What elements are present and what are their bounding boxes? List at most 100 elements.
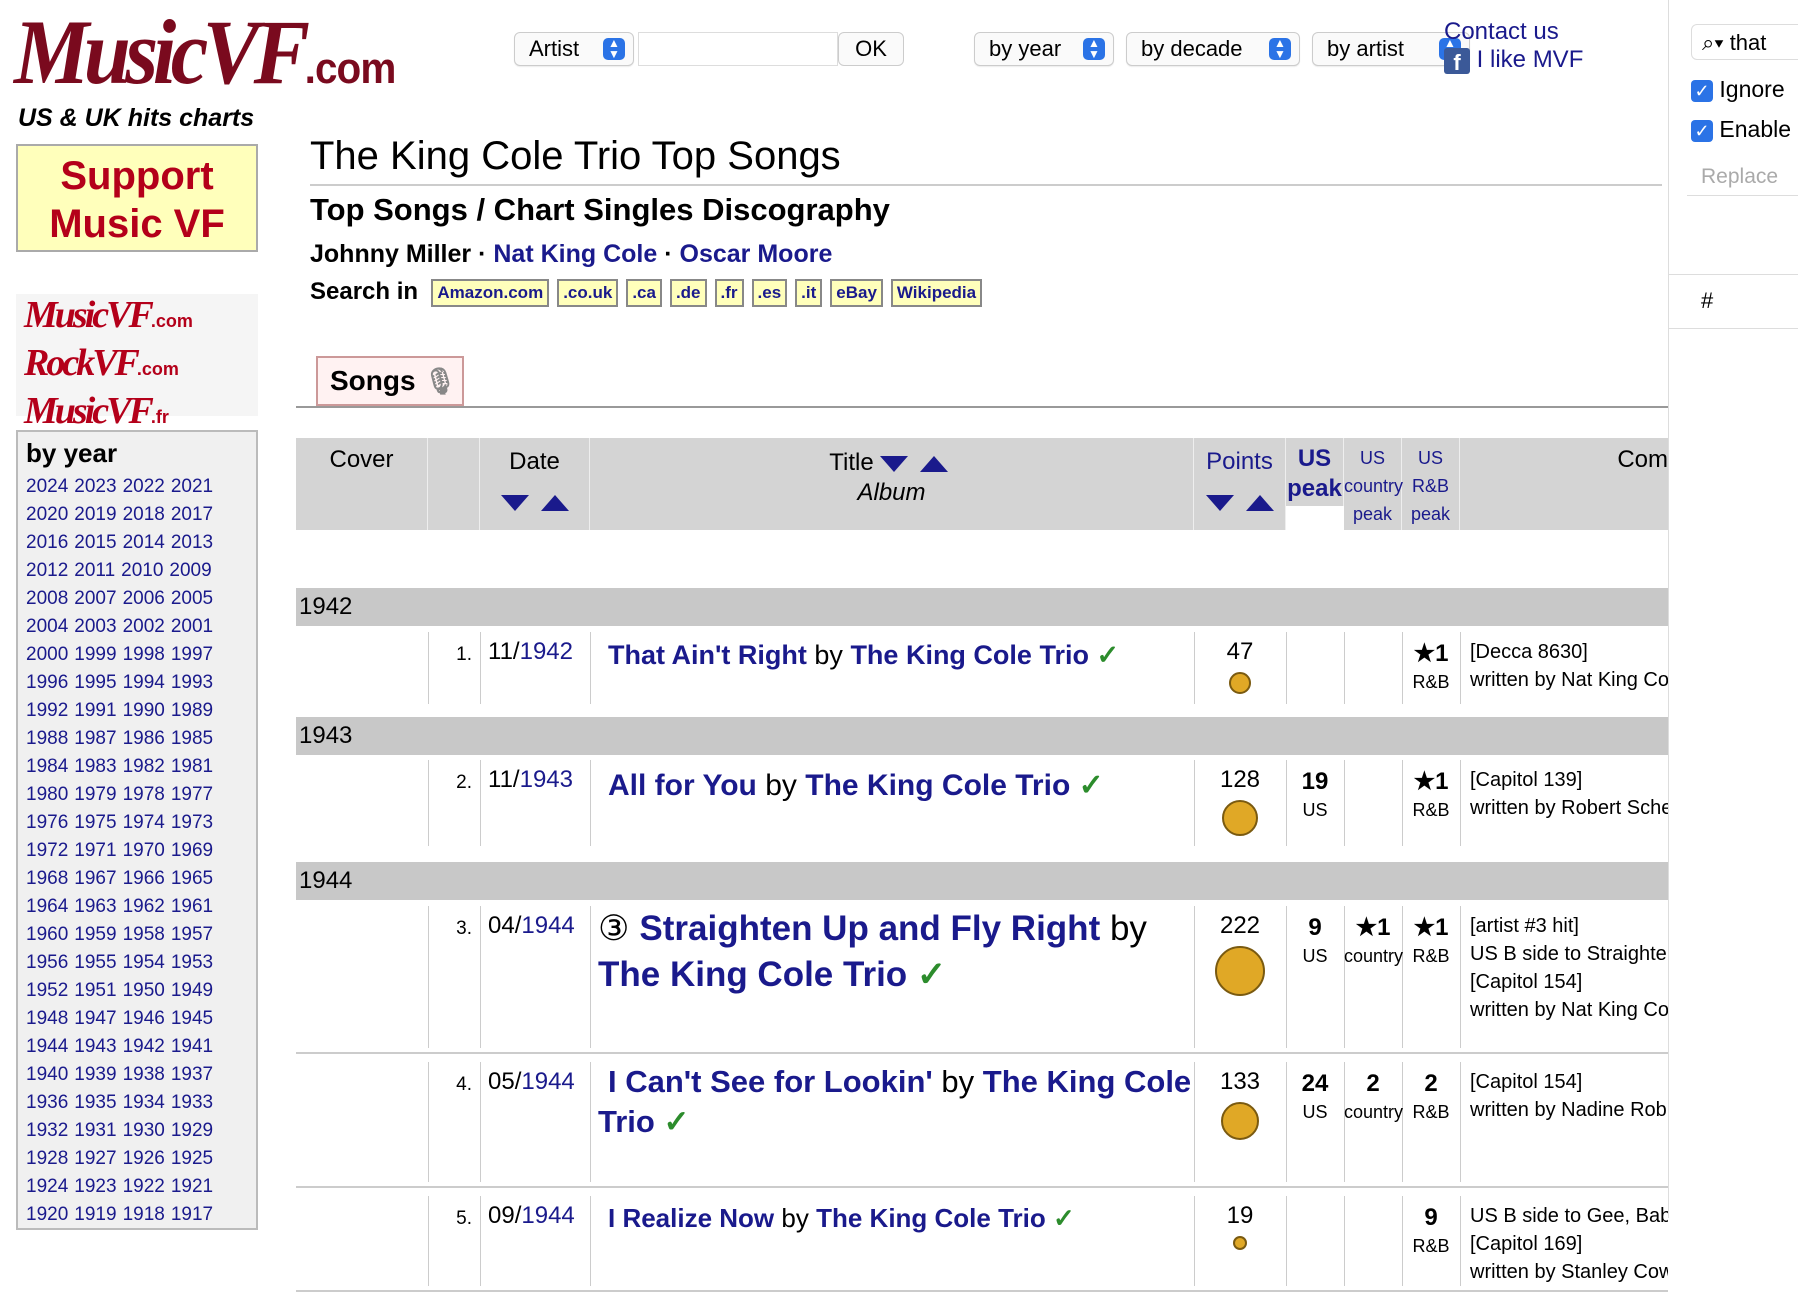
song-title-link[interactable]: I Realize Now <box>608 1203 774 1233</box>
year-link[interactable]: 1992 <box>26 700 68 721</box>
year-link[interactable]: 1927 <box>74 1148 116 1169</box>
sort-desc-icon[interactable] <box>500 494 529 511</box>
rockvf-com-logo[interactable]: RockVF.com <box>16 342 258 390</box>
replace-field[interactable]: Replace <box>1687 158 1798 196</box>
date-year-link[interactable]: 1944 <box>521 912 574 939</box>
song-title-link[interactable]: That Ain't Right <box>608 640 807 670</box>
year-link[interactable]: 1938 <box>123 1064 165 1085</box>
sort-desc-icon[interactable] <box>1205 494 1234 511</box>
date-year-link[interactable]: 1942 <box>520 638 573 665</box>
year-link[interactable]: 1954 <box>123 952 165 973</box>
year-link[interactable]: 2024 <box>26 476 68 497</box>
year-link[interactable]: 1963 <box>74 896 116 917</box>
year-link[interactable]: 2021 <box>171 476 213 497</box>
artist-link[interactable]: The King Cole Trio <box>805 769 1070 802</box>
shop-amazon-ca[interactable]: .ca <box>626 278 662 307</box>
year-link[interactable]: 2007 <box>74 588 116 609</box>
year-link[interactable]: 1961 <box>171 896 213 917</box>
year-link[interactable]: 2008 <box>26 588 68 609</box>
date-year-link[interactable]: 1944 <box>521 1068 574 1095</box>
year-link[interactable]: 1980 <box>26 784 68 805</box>
year-link[interactable]: 1939 <box>74 1064 116 1085</box>
year-link[interactable]: 2010 <box>121 560 163 581</box>
year-link[interactable]: 1952 <box>26 980 68 1001</box>
year-link[interactable]: 1948 <box>26 1008 68 1029</box>
year-link[interactable]: 1994 <box>123 672 165 693</box>
artist-link[interactable]: The King Cole Trio <box>816 1203 1046 1233</box>
tab-songs[interactable]: Songs 🎙 <box>316 356 464 406</box>
year-link[interactable]: 1930 <box>123 1120 165 1141</box>
year-link[interactable]: 1962 <box>123 896 165 917</box>
year-link[interactable]: 2003 <box>74 616 116 637</box>
year-link[interactable]: 1982 <box>123 756 165 777</box>
member-oscar-moore[interactable]: Oscar Moore <box>680 240 833 268</box>
year-link[interactable]: 1995 <box>74 672 116 693</box>
year-link[interactable]: 1926 <box>123 1148 165 1169</box>
year-link[interactable]: 2018 <box>123 504 165 525</box>
year-link[interactable]: 1996 <box>26 672 68 693</box>
sort-asc-icon[interactable] <box>1245 494 1274 511</box>
year-link[interactable]: 1945 <box>171 1008 213 1029</box>
year-link[interactable]: 2011 <box>74 560 115 581</box>
checkbox-checked-icon[interactable]: ✓ <box>1691 80 1713 102</box>
year-link[interactable]: 2001 <box>171 616 213 637</box>
year-link[interactable]: 1964 <box>26 896 68 917</box>
year-link[interactable]: 2002 <box>123 616 165 637</box>
song-title-link[interactable]: I Can't See for Lookin' <box>608 1064 933 1099</box>
year-link[interactable]: 1959 <box>74 924 116 945</box>
year-link[interactable]: 1921 <box>171 1176 213 1197</box>
year-link[interactable]: 2013 <box>171 532 213 553</box>
year-link[interactable]: 1956 <box>26 952 68 973</box>
year-link[interactable]: 1944 <box>26 1036 68 1057</box>
year-link[interactable]: 2022 <box>123 476 165 497</box>
shop-amazon-it[interactable]: .it <box>795 278 823 307</box>
year-link[interactable]: 1924 <box>26 1176 68 1197</box>
sort-asc-icon[interactable] <box>919 455 948 472</box>
year-link[interactable]: 1993 <box>171 672 213 693</box>
song-title-link[interactable]: All for You <box>608 769 757 802</box>
year-link[interactable]: 1989 <box>171 700 213 721</box>
year-link[interactable]: 1943 <box>74 1036 116 1057</box>
year-link[interactable]: 1999 <box>74 644 116 665</box>
shop-ebay[interactable]: eBay <box>830 278 883 307</box>
musicvf-com-logo[interactable]: MusicVF.com <box>16 294 258 342</box>
year-link[interactable]: 1984 <box>26 756 68 777</box>
year-link[interactable]: 1972 <box>26 840 68 861</box>
year-link[interactable]: 1925 <box>171 1148 213 1169</box>
year-link[interactable]: 1977 <box>171 784 213 805</box>
year-link[interactable]: 1934 <box>123 1092 165 1113</box>
shop-wikipedia[interactable]: Wikipedia <box>890 278 983 307</box>
year-link[interactable]: 1947 <box>74 1008 116 1029</box>
search-input[interactable] <box>638 32 838 66</box>
year-link[interactable]: 2014 <box>123 532 165 553</box>
year-link[interactable]: 1946 <box>123 1008 165 1029</box>
col-country-peak[interactable]: US country peak <box>1344 438 1403 530</box>
site-logo[interactable]: MusicVF.com <box>14 6 396 115</box>
year-link[interactable]: 2012 <box>26 560 68 581</box>
year-link[interactable]: 1920 <box>26 1204 68 1225</box>
year-link[interactable]: 2005 <box>171 588 213 609</box>
year-link[interactable]: 1978 <box>123 784 165 805</box>
year-link[interactable]: 1998 <box>123 644 165 665</box>
year-link[interactable]: 1917 <box>171 1204 213 1225</box>
year-link[interactable]: 1986 <box>123 728 165 749</box>
year-link[interactable]: 1922 <box>123 1176 165 1197</box>
year-link[interactable]: 1965 <box>171 868 213 889</box>
artist-link[interactable]: The King Cole Trio <box>850 640 1089 670</box>
sort-asc-icon[interactable] <box>540 494 569 511</box>
shop-amazon-uk[interactable]: .co.uk <box>557 278 619 307</box>
year-link[interactable]: 1919 <box>74 1204 116 1225</box>
like-mvf-link[interactable]: f I like MVF <box>1444 46 1583 75</box>
year-link[interactable]: 1983 <box>74 756 116 777</box>
ok-button[interactable]: OK <box>838 32 904 66</box>
year-link[interactable]: 1988 <box>26 728 68 749</box>
year-link[interactable]: 1991 <box>74 700 116 721</box>
shop-amazon-es[interactable]: .es <box>751 278 788 307</box>
year-link[interactable]: 1958 <box>123 924 165 945</box>
year-link[interactable]: 1985 <box>171 728 213 749</box>
member-nat-king-cole[interactable]: Nat King Cole <box>493 240 657 268</box>
year-link[interactable]: 2015 <box>74 532 116 553</box>
year-link[interactable]: 1979 <box>74 784 116 805</box>
year-link[interactable]: 1973 <box>171 812 213 833</box>
year-link[interactable]: 2020 <box>26 504 68 525</box>
